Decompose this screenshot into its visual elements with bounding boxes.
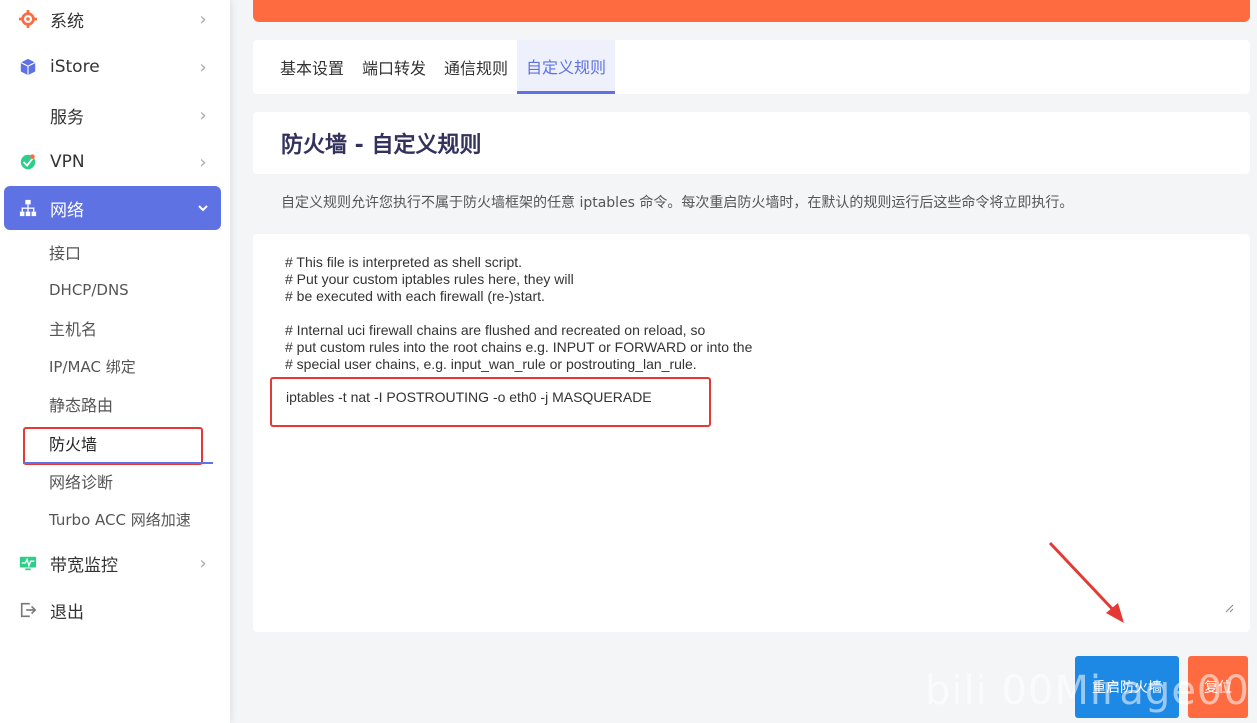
sidebar-sub-turbo-acc[interactable]: Turbo ACC 网络加速	[49, 504, 191, 534]
sidebar-item-istore[interactable]: iStore ›	[4, 45, 221, 89]
sidebar-item-logout[interactable]: 退出	[4, 588, 221, 632]
sidebar-item-system[interactable]: 系统 ›	[4, 0, 221, 41]
page-description: 自定义规则允许您执行不属于防火墙框架的任意 iptables 命令。每次重启防火…	[281, 195, 1074, 211]
sidebar-item-bandwidth[interactable]: 带宽监控 ›	[4, 541, 221, 585]
sidebar-sub-dhcp-dns[interactable]: DHCP/DNS	[49, 275, 129, 305]
sidebar-item-label: 退出	[50, 602, 84, 623]
sidebar-item-label: iStore	[50, 57, 100, 77]
editor-comments: # This file is interpreted as shell scri…	[285, 254, 753, 372]
sidebar-sub-interfaces[interactable]: 接口	[49, 237, 81, 267]
sidebar-item-label: 服务	[50, 107, 84, 128]
sidebar-item-label: VPN	[50, 152, 85, 172]
chevron-right-icon: ›	[199, 104, 207, 126]
page-title: 防火墙 - 自定义规则	[281, 133, 482, 158]
network-icon	[18, 198, 38, 218]
sidebar: 系统 › iStore › 服务 › VPN › 网络 接口 DHCP/DNS …	[0, 0, 230, 723]
sidebar-item-label: 带宽监控	[50, 555, 118, 576]
page-title-card: 防火墙 - 自定义规则	[253, 112, 1250, 174]
sidebar-item-label: 网络	[50, 200, 84, 221]
sidebar-sub-hostnames[interactable]: 主机名	[49, 313, 97, 343]
chevron-right-icon: ›	[199, 56, 207, 78]
sidebar-sub-static-routes[interactable]: 静态路由	[49, 389, 113, 419]
tab-port-forwards[interactable]: 端口转发	[353, 40, 435, 94]
tab-custom-rules[interactable]: 自定义规则	[517, 40, 616, 94]
sidebar-sub-ip-mac-binding[interactable]: IP/MAC 绑定	[49, 351, 136, 381]
tab-general-settings[interactable]: 基本设置	[271, 40, 353, 94]
chevron-down-icon	[193, 198, 213, 219]
monitor-icon	[18, 553, 38, 573]
sidebar-item-label: 系统	[50, 11, 84, 32]
sidebar-item-network[interactable]: 网络	[4, 186, 221, 230]
annotation-arrow-icon	[1048, 541, 1124, 623]
cube-icon	[18, 57, 38, 77]
firewall-active-underline	[23, 462, 213, 464]
sidebar-item-vpn[interactable]: VPN ›	[4, 140, 221, 184]
vpn-icon	[18, 152, 38, 172]
firewall-highlight-box	[23, 427, 203, 465]
sidebar-sub-diagnostics[interactable]: 网络诊断	[49, 466, 113, 496]
tab-traffic-rules[interactable]: 通信规则	[435, 40, 517, 94]
watermark: bili 00Mirage00	[925, 668, 1250, 714]
logout-icon	[18, 600, 38, 620]
chevron-right-icon: ›	[199, 151, 207, 173]
firewall-tabs: 基本设置 端口转发 通信规则 自定义规则	[253, 40, 1250, 94]
sidebar-item-services[interactable]: 服务 ›	[4, 93, 221, 137]
command-highlight-box	[270, 377, 711, 427]
gear-icon	[18, 9, 38, 29]
chevron-right-icon: ›	[199, 8, 207, 30]
services-icon	[18, 105, 38, 125]
chevron-right-icon: ›	[199, 552, 207, 574]
resize-handle-icon[interactable]	[1224, 598, 1234, 613]
header-bar	[253, 0, 1250, 22]
